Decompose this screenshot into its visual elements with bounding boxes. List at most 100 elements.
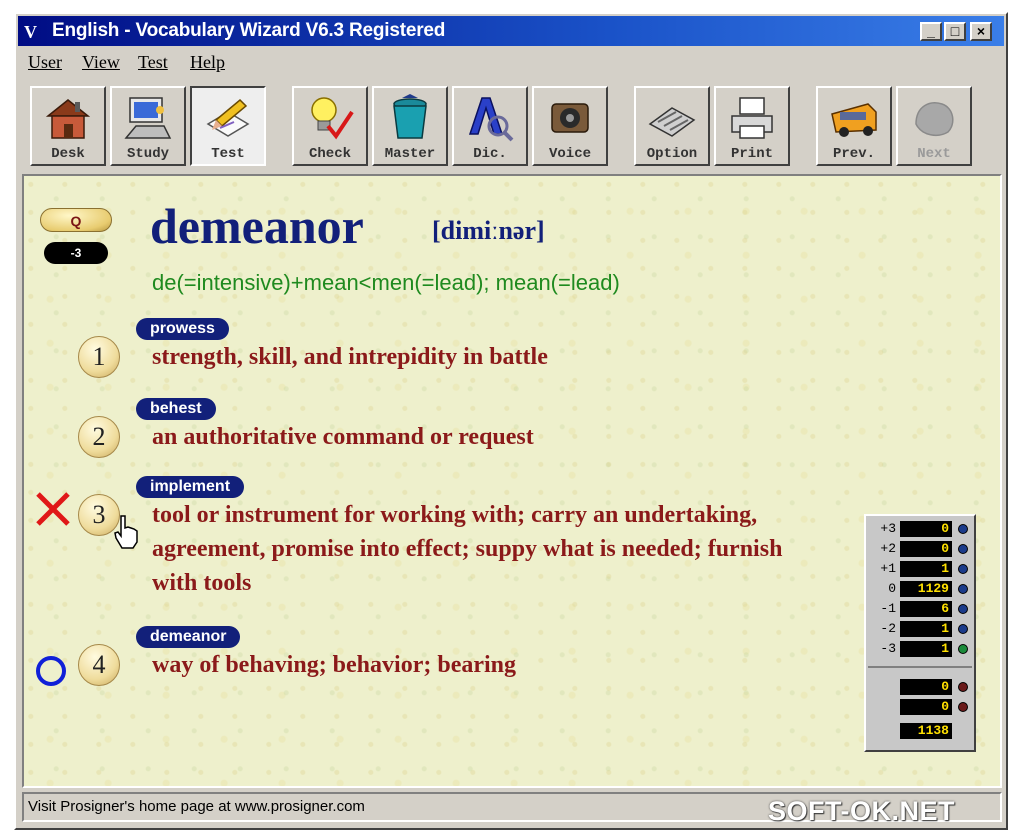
stat-value: 1 <box>900 621 952 637</box>
stat-label: +2 <box>880 541 896 556</box>
study-button[interactable]: Study <box>110 86 186 166</box>
menu-help[interactable]: Help <box>190 52 225 73</box>
stat-dot-icon <box>958 544 968 554</box>
stats-divider <box>868 666 972 668</box>
printer-icon <box>731 97 773 139</box>
menu-test[interactable]: Test <box>138 52 168 73</box>
stat-row: +3 0 <box>870 520 970 538</box>
stat-row: 0 <box>870 678 970 696</box>
desk-button[interactable]: Desk <box>30 86 106 166</box>
option-1-tag: prowess <box>136 318 229 340</box>
next-button[interactable]: Next <box>896 86 972 166</box>
stat-row: 1138 <box>870 722 970 740</box>
correct-answer-icon <box>36 656 66 686</box>
option-4-tag: demeanor <box>136 626 241 648</box>
test-button[interactable]: Test <box>190 86 266 166</box>
app-window: V English - Vocabulary Wizard V6.3 Regis… <box>14 12 1008 830</box>
option-button[interactable]: Option <box>634 86 710 166</box>
master-label: Master <box>384 146 436 162</box>
check-label: Check <box>308 146 351 162</box>
stat-value: 1 <box>900 641 952 657</box>
option-4-button[interactable]: 4 <box>78 644 120 686</box>
stat-label: 0 <box>888 581 896 596</box>
score-statistics-panel: +3 0 +2 0 +1 1 0 1129 -1 6 -2 1 -3 1 0 0 1138 <box>864 514 976 752</box>
desk-label: Desk <box>51 146 85 162</box>
stat-value: 0 <box>900 521 952 537</box>
dictionary-button[interactable]: Dic. <box>452 86 528 166</box>
next-disabled-icon <box>915 102 954 137</box>
voice-button[interactable]: Voice <box>532 86 608 166</box>
stat-value: 6 <box>900 601 952 617</box>
stat-dot-icon <box>958 564 968 574</box>
window-title: English - Vocabulary Wizard V6.3 Registe… <box>52 20 446 41</box>
app-logo-icon: V <box>24 22 37 42</box>
watermark: SOFT-OK.NET <box>768 796 955 826</box>
option-2-tag: behest <box>136 398 216 420</box>
toolbar: Desk Study Test Check Master Dic. Voice … <box>18 80 1004 172</box>
title-bar[interactable]: V English - Vocabulary Wizard V6.3 Regis… <box>18 16 1004 46</box>
option-2-definition[interactable]: an authoritative command or request <box>152 420 534 454</box>
stat-value: 0 <box>900 679 952 695</box>
stat-label: +3 <box>880 521 896 536</box>
maximize-button[interactable]: □ <box>944 22 966 41</box>
stat-row: -3 1 <box>870 640 970 658</box>
stat-dot-icon <box>958 584 968 594</box>
quiz-panel: Q -3 demeanor [dimiːnər] de(=intensive)+… <box>22 174 1002 788</box>
keyboard-icon <box>648 107 696 137</box>
option-1-definition[interactable]: strength, skill, and intrepidity in batt… <box>152 340 548 374</box>
option-3-definition-line-2[interactable]: agreement, promise into effect; suppy wh… <box>152 532 782 566</box>
check-button[interactable]: Check <box>292 86 368 166</box>
stat-label: -3 <box>880 641 896 656</box>
option-label: Option <box>646 146 698 162</box>
stat-label: +1 <box>880 561 896 576</box>
option-1-button[interactable]: 1 <box>78 336 120 378</box>
stat-value: 1129 <box>900 581 952 597</box>
menu-view[interactable]: View <box>82 52 120 73</box>
question-button[interactable]: Q <box>40 208 112 232</box>
trash-bin-icon <box>393 94 427 139</box>
stat-dot-icon <box>958 624 968 634</box>
lightbulb-check-icon <box>311 97 354 140</box>
option-3-definition-line-1[interactable]: tool or instrument for working with; car… <box>152 498 757 532</box>
stat-dot-icon <box>958 524 968 534</box>
option-4-definition[interactable]: way of behaving; behavior; bearing <box>152 648 516 682</box>
pencil-paper-icon <box>206 98 250 137</box>
test-label: Test <box>211 146 245 162</box>
minimize-button[interactable]: _ <box>920 22 942 41</box>
speaker-icon <box>551 103 589 133</box>
stat-row: -1 6 <box>870 600 970 618</box>
print-label: Print <box>730 146 773 162</box>
prev-button[interactable]: Prev. <box>816 86 892 166</box>
stat-dot-icon <box>958 644 968 654</box>
hand-cursor-icon <box>114 515 138 549</box>
close-button[interactable]: × <box>970 22 992 41</box>
next-label: Next <box>917 146 951 162</box>
stat-value: 1 <box>900 561 952 577</box>
voice-label: Voice <box>548 146 591 162</box>
stat-value: 0 <box>900 541 952 557</box>
stat-value: 1138 <box>900 723 952 739</box>
stat-row: -2 1 <box>870 620 970 638</box>
computer-icon <box>124 97 172 139</box>
etymology: de(=intensive)+mean<men(=lead); mean(=le… <box>152 270 620 295</box>
quiz-word: demeanor <box>150 198 364 254</box>
stat-row: +1 1 <box>870 560 970 578</box>
dictionary-label: Dic. <box>473 146 507 162</box>
stat-row: 0 <box>870 698 970 716</box>
stat-row: 0 1129 <box>870 580 970 598</box>
study-label: Study <box>126 146 169 162</box>
house-icon <box>45 99 91 139</box>
option-2-button[interactable]: 2 <box>78 416 120 458</box>
print-button[interactable]: Print <box>714 86 790 166</box>
wrong-answer-icon <box>36 492 70 526</box>
option-3-definition-line-3[interactable]: with tools <box>152 566 251 600</box>
stat-dot-icon <box>958 682 968 692</box>
stat-dot-icon <box>958 604 968 614</box>
menu-user[interactable]: User <box>28 52 62 73</box>
stat-row: +2 0 <box>870 540 970 558</box>
bus-icon <box>831 103 877 137</box>
master-button[interactable]: Master <box>372 86 448 166</box>
stat-label: -1 <box>880 601 896 616</box>
stat-value: 0 <box>900 699 952 715</box>
dictionary-icon <box>468 97 514 142</box>
